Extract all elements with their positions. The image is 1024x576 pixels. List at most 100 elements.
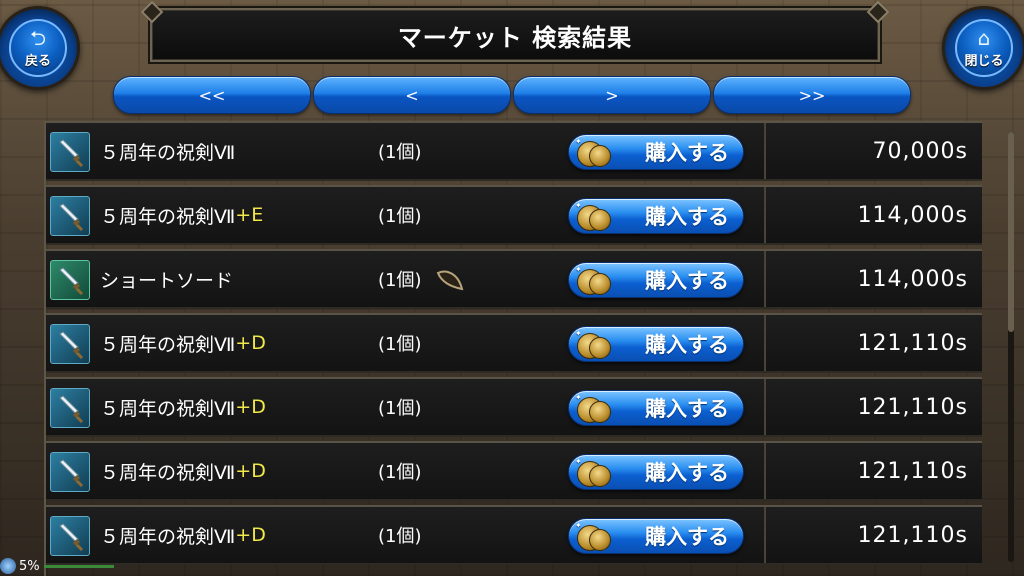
back-button[interactable]: ⮌ 戻る bbox=[0, 6, 80, 90]
buy-button[interactable]: ✦ 購入する bbox=[568, 390, 744, 426]
item-grade: +D bbox=[235, 460, 266, 482]
coin-icon bbox=[589, 145, 611, 167]
scrollbar[interactable] bbox=[1008, 132, 1014, 562]
sparkle-icon: ✦ bbox=[575, 521, 582, 530]
sparkle-icon: ✦ bbox=[575, 137, 582, 146]
home-icon: ⌂ bbox=[977, 25, 991, 50]
sparkle-icon: ✦ bbox=[575, 393, 582, 402]
item-quantity: (1個) bbox=[378, 142, 422, 163]
first-page-button[interactable]: << bbox=[113, 76, 311, 114]
item-quantity: (1個) bbox=[378, 398, 422, 419]
price-cell: 121,110s bbox=[764, 315, 982, 371]
item-grade: +D bbox=[235, 396, 266, 418]
item-quantity: (1個) bbox=[378, 206, 422, 227]
item-price: 114,000s bbox=[857, 266, 968, 292]
price-cell: 114,000s bbox=[764, 251, 982, 307]
buy-button-label: 購入する bbox=[645, 333, 729, 357]
sparkle-icon: ✦ bbox=[575, 201, 582, 210]
title-bar: マーケット 検索結果 bbox=[150, 8, 880, 62]
sword-icon bbox=[50, 260, 90, 300]
price-cell: 114,000s bbox=[764, 187, 982, 243]
item-quantity: (1個) bbox=[378, 462, 422, 483]
close-button-face: ⌂ 閉じる bbox=[955, 19, 1013, 77]
listing-row[interactable]: ５周年の祝剣Ⅶ +D (1個) ✦ 購入する 121,110s bbox=[46, 313, 982, 373]
sparkle-icon: ✦ bbox=[575, 265, 582, 274]
back-button-face: ⮌ 戻る bbox=[9, 19, 67, 77]
listing-row[interactable]: ５周年の祝剣Ⅶ +D (1個) ✦ 購入する 121,110s bbox=[46, 377, 982, 437]
item-name: ５周年の祝剣Ⅶ bbox=[100, 123, 235, 179]
item-price: 114,000s bbox=[857, 202, 968, 228]
return-arrow-icon: ⮌ bbox=[29, 25, 47, 50]
item-name: ５周年の祝剣Ⅶ +D bbox=[100, 315, 266, 371]
item-price: 121,110s bbox=[857, 330, 968, 356]
coin-icon bbox=[589, 209, 611, 231]
sword-icon bbox=[50, 132, 90, 172]
status-indicator: 5% bbox=[0, 556, 114, 576]
item-name-text: ５周年の祝剣Ⅶ bbox=[100, 141, 236, 164]
buy-button-label: 購入する bbox=[645, 525, 729, 549]
scroll-thumb[interactable] bbox=[1008, 132, 1014, 332]
item-price: 121,110s bbox=[857, 394, 968, 420]
buy-button-label: 購入する bbox=[645, 205, 729, 229]
buy-button-label: 購入する bbox=[645, 461, 729, 485]
back-button-label: 戻る bbox=[24, 53, 51, 69]
next-page-button[interactable]: > bbox=[513, 76, 711, 114]
item-name-text: ５周年の祝剣Ⅶ bbox=[100, 205, 236, 228]
item-name-text: ５周年の祝剣Ⅶ bbox=[100, 461, 236, 484]
buy-button-label: 購入する bbox=[645, 397, 729, 421]
buy-button-label: 購入する bbox=[645, 141, 729, 165]
item-grade: +D bbox=[235, 524, 266, 546]
globe-icon bbox=[0, 558, 16, 574]
listing-row[interactable]: ５周年の祝剣Ⅶ (1個) ✦ 購入する 70,000s bbox=[46, 121, 982, 181]
listing-row[interactable]: ショートソード (1個) ✦ 購入する 114,000s bbox=[46, 249, 982, 309]
sword-icon bbox=[50, 452, 90, 492]
item-name: ５周年の祝剣Ⅶ +D bbox=[100, 507, 266, 563]
coin-icon bbox=[589, 465, 611, 487]
item-quantity: (1個) bbox=[378, 334, 422, 355]
price-cell: 121,110s bbox=[764, 379, 982, 435]
status-percent: 5% bbox=[19, 558, 40, 574]
buy-button[interactable]: ✦ 購入する bbox=[568, 518, 744, 554]
buy-button[interactable]: ✦ 購入する bbox=[568, 262, 744, 298]
item-name: ５周年の祝剣Ⅶ +D bbox=[100, 443, 266, 499]
buy-button[interactable]: ✦ 購入する bbox=[568, 454, 744, 490]
sparkle-icon: ✦ bbox=[575, 457, 582, 466]
coin-icon bbox=[589, 337, 611, 359]
listing-row[interactable]: ５周年の祝剣Ⅶ +D (1個) ✦ 購入する 121,110s bbox=[46, 441, 982, 501]
prev-page-button[interactable]: < bbox=[313, 76, 511, 114]
sparkle-icon: ✦ bbox=[575, 329, 582, 338]
leaf-icon bbox=[436, 270, 464, 291]
listing-row[interactable]: ５周年の祝剣Ⅶ +E (1個) ✦ 購入する 114,000s bbox=[46, 185, 982, 245]
buy-button[interactable]: ✦ 購入する bbox=[568, 326, 744, 362]
price-cell: 70,000s bbox=[764, 123, 982, 179]
coin-icon bbox=[589, 273, 611, 295]
sword-icon bbox=[50, 388, 90, 428]
item-name-text: ５周年の祝剣Ⅶ bbox=[100, 333, 236, 356]
page-title: マーケット 検索結果 bbox=[397, 23, 633, 52]
price-cell: 121,110s bbox=[764, 443, 982, 499]
buy-button[interactable]: ✦ 購入する bbox=[568, 198, 744, 234]
pager: << < > >> bbox=[113, 76, 913, 114]
item-price: 121,110s bbox=[857, 522, 968, 548]
sword-icon bbox=[50, 516, 90, 556]
sword-icon bbox=[50, 196, 90, 236]
item-quantity: (1個) bbox=[378, 270, 422, 291]
listing-list: ５周年の祝剣Ⅶ (1個) ✦ 購入する 70,000s ５周年の祝剣Ⅶ +E (1個) ✦ 購入す… bbox=[44, 121, 982, 576]
item-name: ５周年の祝剣Ⅶ +E bbox=[100, 187, 263, 243]
item-quantity: (1個) bbox=[378, 526, 422, 547]
item-name-text: ５周年の祝剣Ⅶ bbox=[100, 525, 236, 548]
item-price: 70,000s bbox=[872, 138, 968, 164]
item-name: ５周年の祝剣Ⅶ +D bbox=[100, 379, 266, 435]
item-grade: +E bbox=[235, 204, 264, 226]
coin-icon bbox=[589, 529, 611, 551]
last-page-button[interactable]: >> bbox=[713, 76, 911, 114]
buy-button-label: 購入する bbox=[645, 269, 729, 293]
buy-button[interactable]: ✦ 購入する bbox=[568, 134, 744, 170]
item-name-text: ５周年の祝剣Ⅶ bbox=[100, 397, 236, 420]
close-button[interactable]: ⌂ 閉じる bbox=[942, 6, 1024, 90]
status-bar bbox=[43, 564, 114, 568]
listing-row[interactable]: ５周年の祝剣Ⅶ +D (1個) ✦ 購入する 121,110s bbox=[46, 505, 982, 565]
item-grade: +D bbox=[235, 332, 266, 354]
close-button-label: 閉じる bbox=[964, 53, 1004, 69]
item-name-text: ショートソード bbox=[100, 269, 234, 292]
